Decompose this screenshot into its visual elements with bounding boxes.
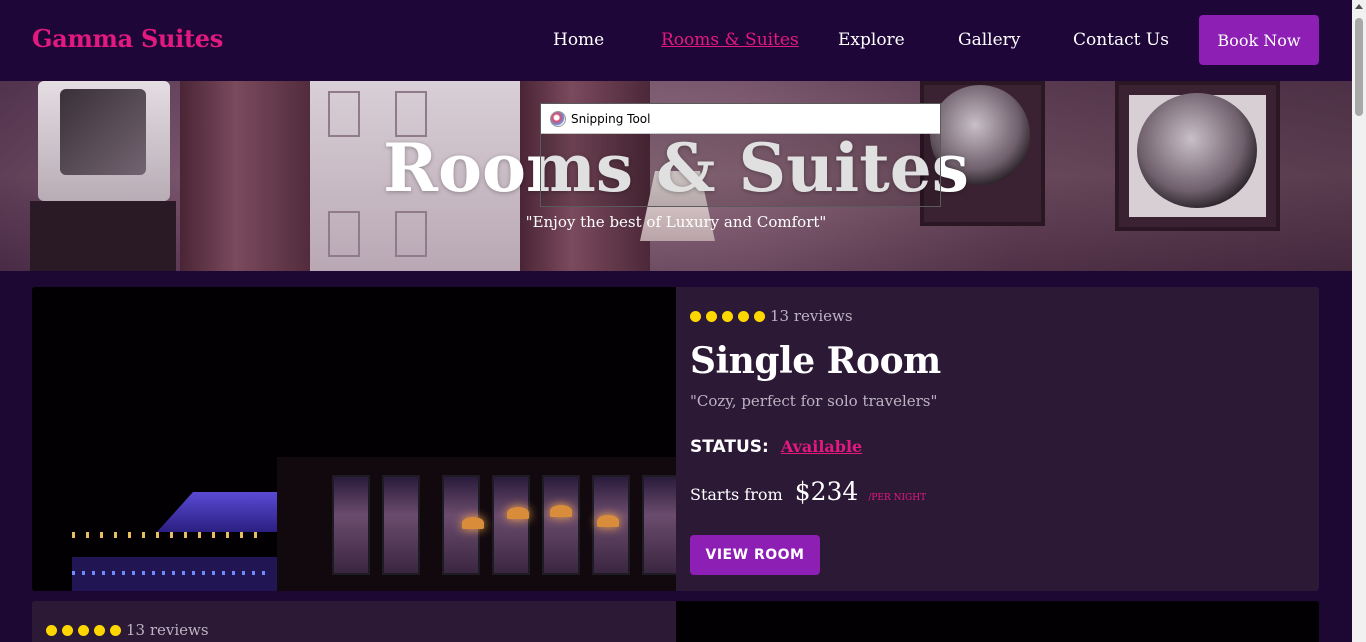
price-unit: /PER NIGHT <box>868 493 927 503</box>
room-price: Starts from $234 /PER NIGHT <box>690 477 926 506</box>
room-details: 13 reviews Single Room "Cozy, perfect fo… <box>690 287 1319 591</box>
room-image <box>676 601 1319 642</box>
snipping-tool-body <box>541 134 940 206</box>
price-label: Starts from <box>690 485 783 504</box>
hero-tv-stand <box>30 201 176 271</box>
rating-stars: 13 reviews <box>46 621 209 639</box>
page-scrollbar[interactable] <box>1352 0 1366 642</box>
nav-item-contact-us[interactable]: Contact Us <box>1073 30 1169 50</box>
star-icon <box>690 310 701 322</box>
snipping-tool-title: Snipping Tool <box>571 112 651 126</box>
room-image <box>32 287 676 591</box>
star-icon <box>722 310 733 322</box>
status-label: STATUS: <box>690 437 769 457</box>
room-tagline: "Cozy, perfect for solo travelers" <box>690 392 938 410</box>
nav-item-gallery[interactable]: Gallery <box>958 30 1020 50</box>
star-icon <box>754 310 765 322</box>
room-card: 13 reviews Single Room "Cozy, perfect fo… <box>32 287 1319 591</box>
star-icon <box>94 624 105 636</box>
review-count: 13 reviews <box>770 307 853 325</box>
main-nav: Home Rooms & Suites Explore Gallery Cont… <box>0 0 1352 81</box>
price-value: $234 <box>794 477 859 506</box>
star-icon <box>706 310 717 322</box>
star-icon <box>78 624 89 636</box>
room-card: 13 reviews <box>32 601 1319 642</box>
book-now-button[interactable]: Book Now <box>1199 15 1319 65</box>
snipping-tool-window[interactable]: Snipping Tool <box>540 103 941 207</box>
nav-item-home[interactable]: Home <box>553 30 604 50</box>
star-icon <box>738 310 749 322</box>
snipping-tool-titlebar[interactable]: Snipping Tool <box>541 104 940 134</box>
star-icon <box>110 624 121 636</box>
star-icon <box>46 624 57 636</box>
top-navbar: Gamma Suites Home Rooms & Suites Explore… <box>0 0 1352 81</box>
room-name: Single Room <box>690 340 941 382</box>
star-icon <box>62 624 73 636</box>
review-count: 13 reviews <box>126 621 209 639</box>
page-subtitle: "Enjoy the best of Luxury and Comfort" <box>525 213 827 231</box>
view-room-button[interactable]: VIEW ROOM <box>690 535 820 575</box>
snipping-tool-icon <box>550 111 566 127</box>
room-status: STATUS: Available <box>690 437 862 457</box>
scroll-up-arrow-icon[interactable] <box>1355 4 1363 9</box>
rating-stars: 13 reviews <box>690 307 853 325</box>
status-value-link[interactable]: Available <box>781 437 862 456</box>
nav-item-rooms-suites[interactable]: Rooms & Suites <box>661 30 799 50</box>
nav-item-explore[interactable]: Explore <box>838 30 905 50</box>
scrollbar-thumb[interactable] <box>1355 18 1363 116</box>
